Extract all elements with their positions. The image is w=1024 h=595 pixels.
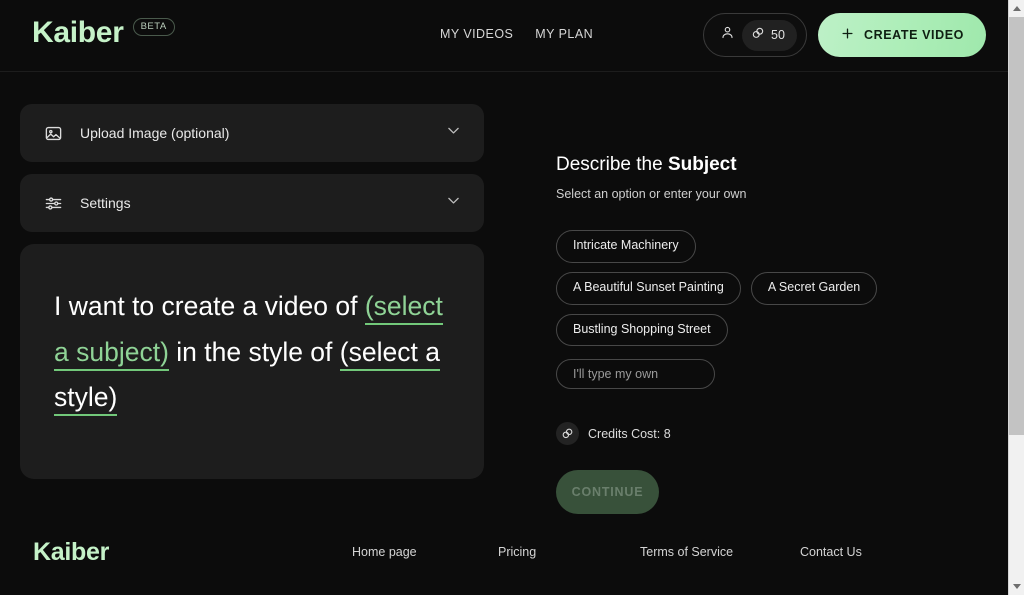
- credits-cost-label: Credits Cost: 8: [588, 426, 671, 441]
- scroll-down-button[interactable]: [1009, 578, 1024, 595]
- footer-link-pricing[interactable]: Pricing: [498, 545, 640, 559]
- section-title-prefix: Describe the: [556, 154, 668, 175]
- scroll-up-button[interactable]: [1009, 0, 1024, 17]
- page-viewport: Kaiber BETA MY VIDEOS MY PLAN 50 CREATE …: [0, 0, 1008, 595]
- section-title-strong: Subject: [667, 154, 737, 175]
- accordion-upload-image-label: Upload Image (optional): [80, 125, 230, 141]
- header-actions: 50 CREATE VIDEO: [703, 13, 986, 57]
- nav-my-videos[interactable]: MY VIDEOS: [440, 27, 513, 41]
- credits-count: 50: [771, 28, 785, 42]
- footer-link-list: Home page Pricing Terms of Service Conta…: [352, 545, 944, 559]
- continue-button[interactable]: CONTINUE: [556, 470, 659, 515]
- custom-subject-input[interactable]: [556, 359, 715, 390]
- prompt-part-2: in the style of: [176, 336, 333, 367]
- prompt-builder-card: I want to create a video of (select a su…: [20, 244, 484, 479]
- accordion-settings-label: Settings: [80, 195, 131, 211]
- subject-option-chip[interactable]: A Beautiful Sunset Painting: [556, 271, 741, 305]
- beta-badge: BETA: [132, 18, 175, 36]
- site-header: Kaiber BETA MY VIDEOS MY PLAN 50 CREATE …: [0, 0, 1008, 72]
- credits-coin-icon: [751, 26, 765, 45]
- subject-option-chip[interactable]: Bustling Shopping Street: [556, 313, 728, 347]
- sliders-icon: [44, 194, 66, 213]
- person-icon: [720, 25, 735, 45]
- chevron-up-icon: [1013, 6, 1021, 11]
- main-nav: MY VIDEOS MY PLAN: [440, 27, 593, 41]
- app-window: Kaiber BETA MY VIDEOS MY PLAN 50 CREATE …: [0, 0, 1024, 595]
- footer-logo[interactable]: Kaiber: [33, 538, 109, 567]
- plus-icon: [840, 26, 855, 44]
- section-title: Describe the Subject: [556, 155, 976, 174]
- chevron-down-icon: [1013, 584, 1021, 589]
- subject-option-chip[interactable]: A Secret Garden: [750, 271, 878, 305]
- nav-my-plan[interactable]: MY PLAN: [535, 27, 593, 41]
- prompt-part-1: I want to create a video of: [54, 291, 358, 321]
- create-video-label: CREATE VIDEO: [863, 28, 964, 42]
- vertical-scrollbar[interactable]: [1008, 0, 1024, 595]
- footer-link-terms-of-service[interactable]: Terms of Service: [640, 545, 800, 559]
- footer-link-home-page[interactable]: Home page: [352, 545, 498, 559]
- left-panel: Upload Image (optional) Settings I want …: [20, 104, 484, 479]
- logo-text: Kaiber: [32, 16, 124, 49]
- chevron-down-icon[interactable]: [445, 192, 462, 214]
- subject-option-chip[interactable]: Intricate Machinery: [556, 230, 696, 263]
- chevron-down-icon[interactable]: [445, 122, 462, 144]
- section-subtitle: Select an option or enter your own: [556, 187, 747, 201]
- right-panel: Describe the Subject Select an option or…: [556, 155, 976, 515]
- accordion-upload-image[interactable]: Upload Image (optional): [20, 104, 484, 162]
- image-icon: [44, 124, 66, 143]
- credits-balance: 50: [742, 19, 797, 51]
- accordion-settings[interactable]: Settings: [20, 174, 484, 232]
- site-footer: Kaiber Home page Pricing Terms of Servic…: [0, 522, 1008, 595]
- scrollbar-thumb[interactable]: [1009, 17, 1024, 435]
- credits-cost-row: Credits Cost: 8: [556, 422, 976, 446]
- credits-coin-icon: [556, 422, 579, 446]
- account-credits-chip[interactable]: 50: [703, 13, 807, 57]
- main-content: Upload Image (optional) Settings I want …: [0, 72, 1008, 522]
- footer-link-contact-us[interactable]: Contact Us: [800, 545, 862, 559]
- header-logo[interactable]: Kaiber BETA: [32, 18, 175, 48]
- create-video-button[interactable]: CREATE VIDEO: [817, 13, 986, 57]
- prompt-sentence: I want to create a video of (select a su…: [54, 284, 450, 421]
- subject-option-list: Intricate Machinery A Beautiful Sunset P…: [556, 230, 886, 347]
